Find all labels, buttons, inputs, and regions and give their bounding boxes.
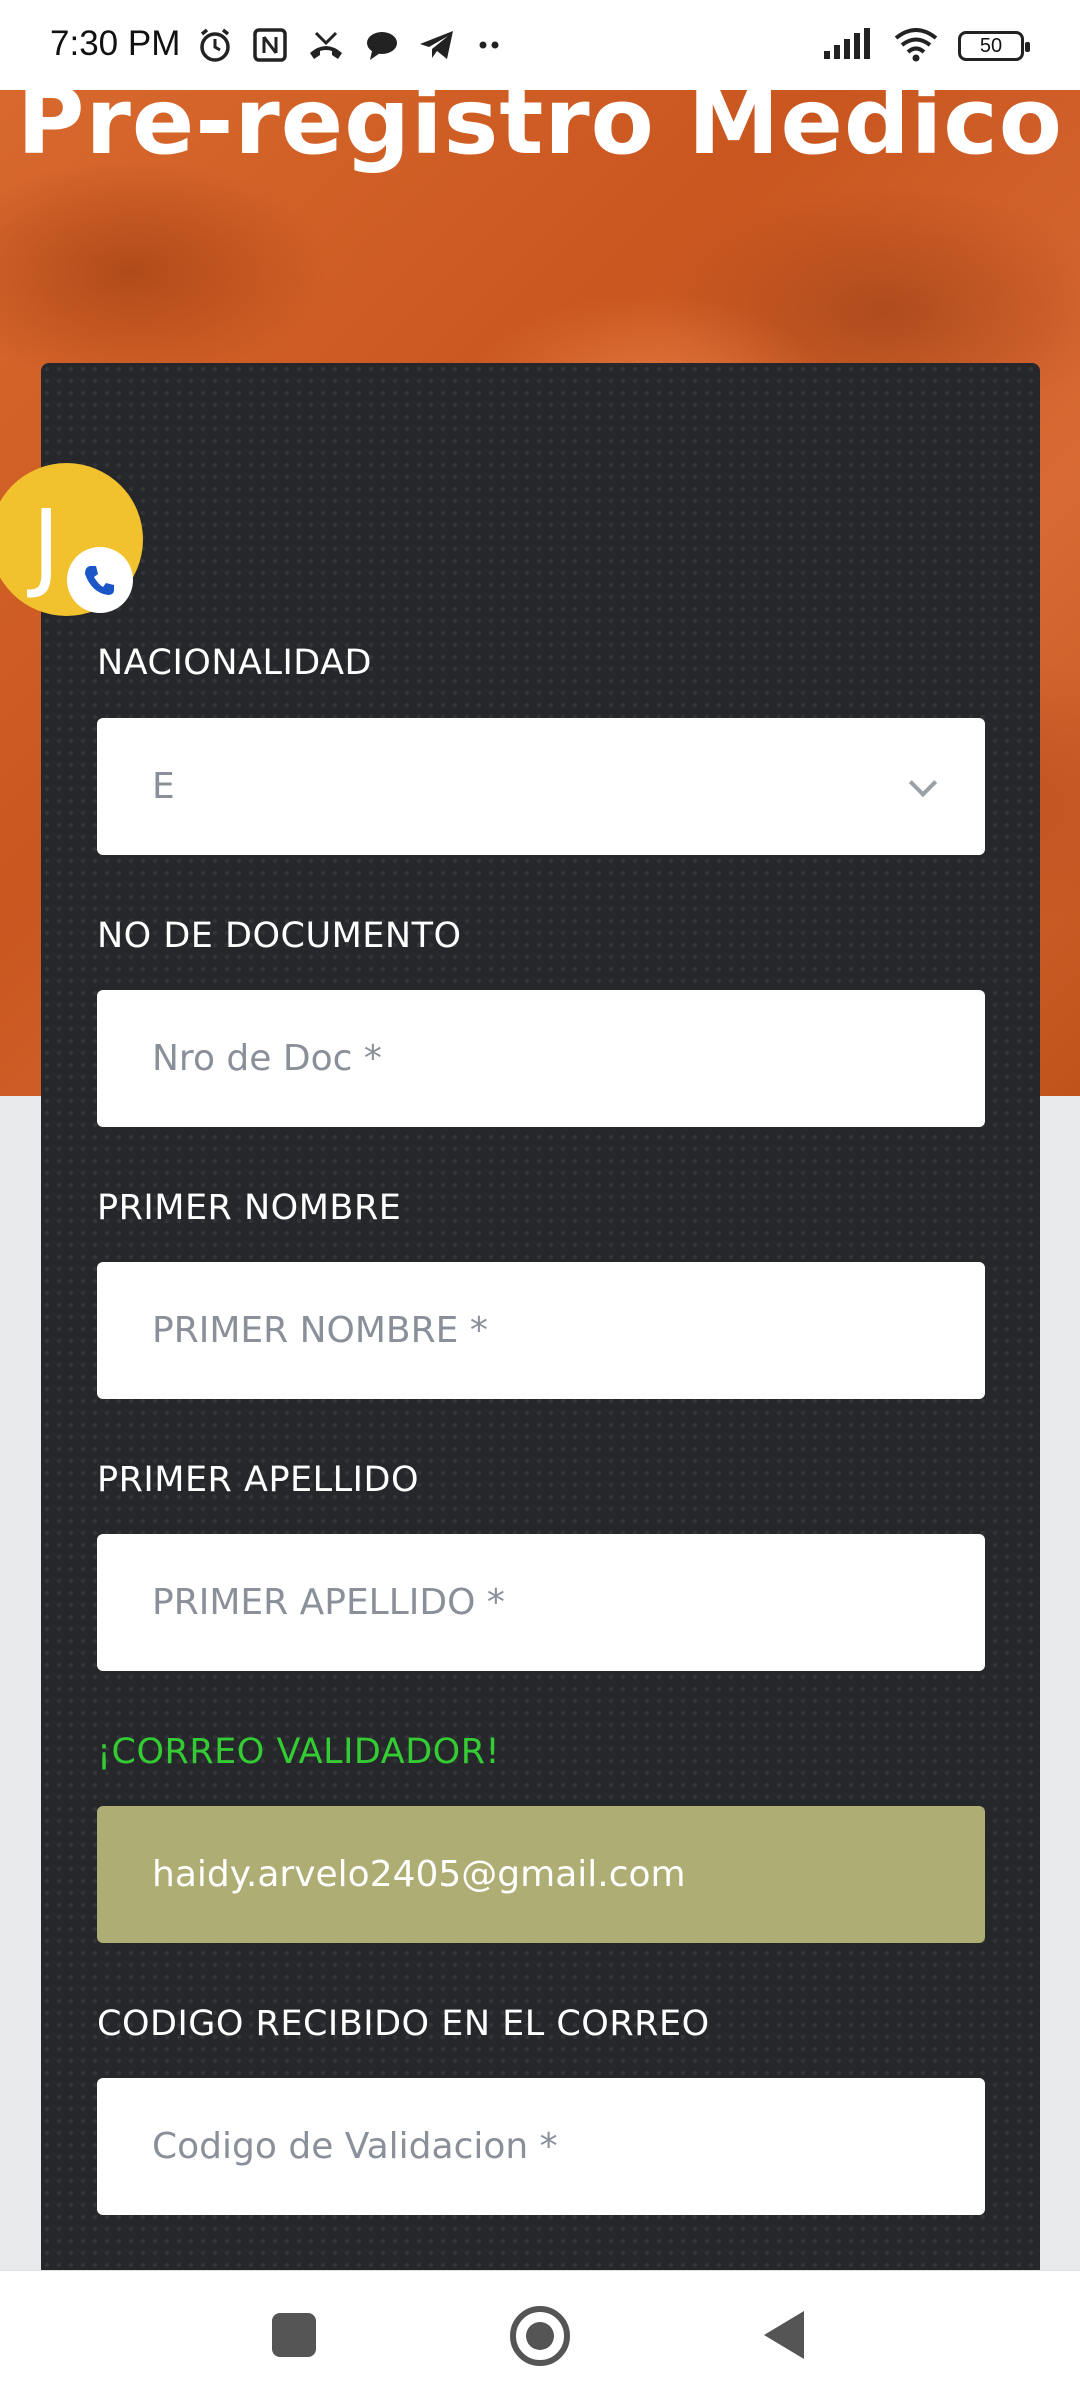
label-nacionalidad: NACIONALIDAD bbox=[97, 643, 372, 683]
chevron-down-icon bbox=[908, 768, 938, 797]
label-correo-validador: ¡CORREO VALIDADOR! bbox=[97, 1732, 501, 1772]
battery-icon: 50 bbox=[958, 31, 1030, 61]
call-chat-head[interactable]: J bbox=[0, 463, 143, 616]
codigo-input[interactable]: Codigo de Validacion * bbox=[97, 2078, 985, 2215]
primer-nombre-placeholder: PRIMER NOMBRE * bbox=[152, 1310, 488, 1351]
label-codigo: CODIGO RECIBIDO EN EL CORREO bbox=[97, 2004, 710, 2044]
home-button[interactable] bbox=[510, 2306, 570, 2366]
back-button[interactable] bbox=[764, 2311, 804, 2359]
status-time: 7:30 PM bbox=[50, 24, 181, 63]
signal-icon bbox=[822, 27, 874, 65]
chat-icon bbox=[364, 27, 400, 67]
label-documento: NO DE DOCUMENTO bbox=[97, 916, 462, 956]
more-dots-icon bbox=[474, 27, 504, 67]
label-primer-apellido: PRIMER APELLIDO bbox=[97, 1460, 419, 1500]
missed-call-icon bbox=[306, 27, 346, 67]
codigo-placeholder: Codigo de Validacion * bbox=[152, 2126, 558, 2167]
notification-icons bbox=[196, 26, 504, 68]
system-icons: 50 bbox=[822, 26, 1030, 66]
primer-apellido-placeholder: PRIMER APELLIDO * bbox=[152, 1582, 505, 1623]
phone-icon bbox=[67, 547, 133, 613]
documento-placeholder: Nro de Doc * bbox=[152, 1038, 382, 1079]
navigation-bar bbox=[0, 2270, 1080, 2400]
telegram-icon bbox=[418, 27, 456, 67]
primer-nombre-input[interactable]: PRIMER NOMBRE * bbox=[97, 1262, 985, 1399]
email-value: haidy.arvelo2405@gmail.com bbox=[152, 1854, 686, 1895]
recents-button[interactable] bbox=[272, 2313, 316, 2357]
screen: 7:30 PM 50 Pre-registro Medico J NACIONA… bbox=[0, 0, 1080, 2400]
alarm-icon bbox=[196, 26, 234, 68]
documento-input[interactable]: Nro de Doc * bbox=[97, 990, 985, 1127]
label-primer-nombre: PRIMER NOMBRE bbox=[97, 1188, 402, 1228]
wifi-icon bbox=[892, 26, 940, 66]
nacionalidad-select[interactable]: E bbox=[97, 718, 985, 855]
primer-apellido-input[interactable]: PRIMER APELLIDO * bbox=[97, 1534, 985, 1671]
nacionalidad-value: E bbox=[152, 766, 175, 807]
nfc-icon bbox=[252, 27, 288, 67]
status-bar: 7:30 PM 50 bbox=[0, 0, 1080, 90]
avatar-letter: J bbox=[32, 489, 61, 601]
email-field[interactable]: haidy.arvelo2405@gmail.com bbox=[97, 1806, 985, 1943]
